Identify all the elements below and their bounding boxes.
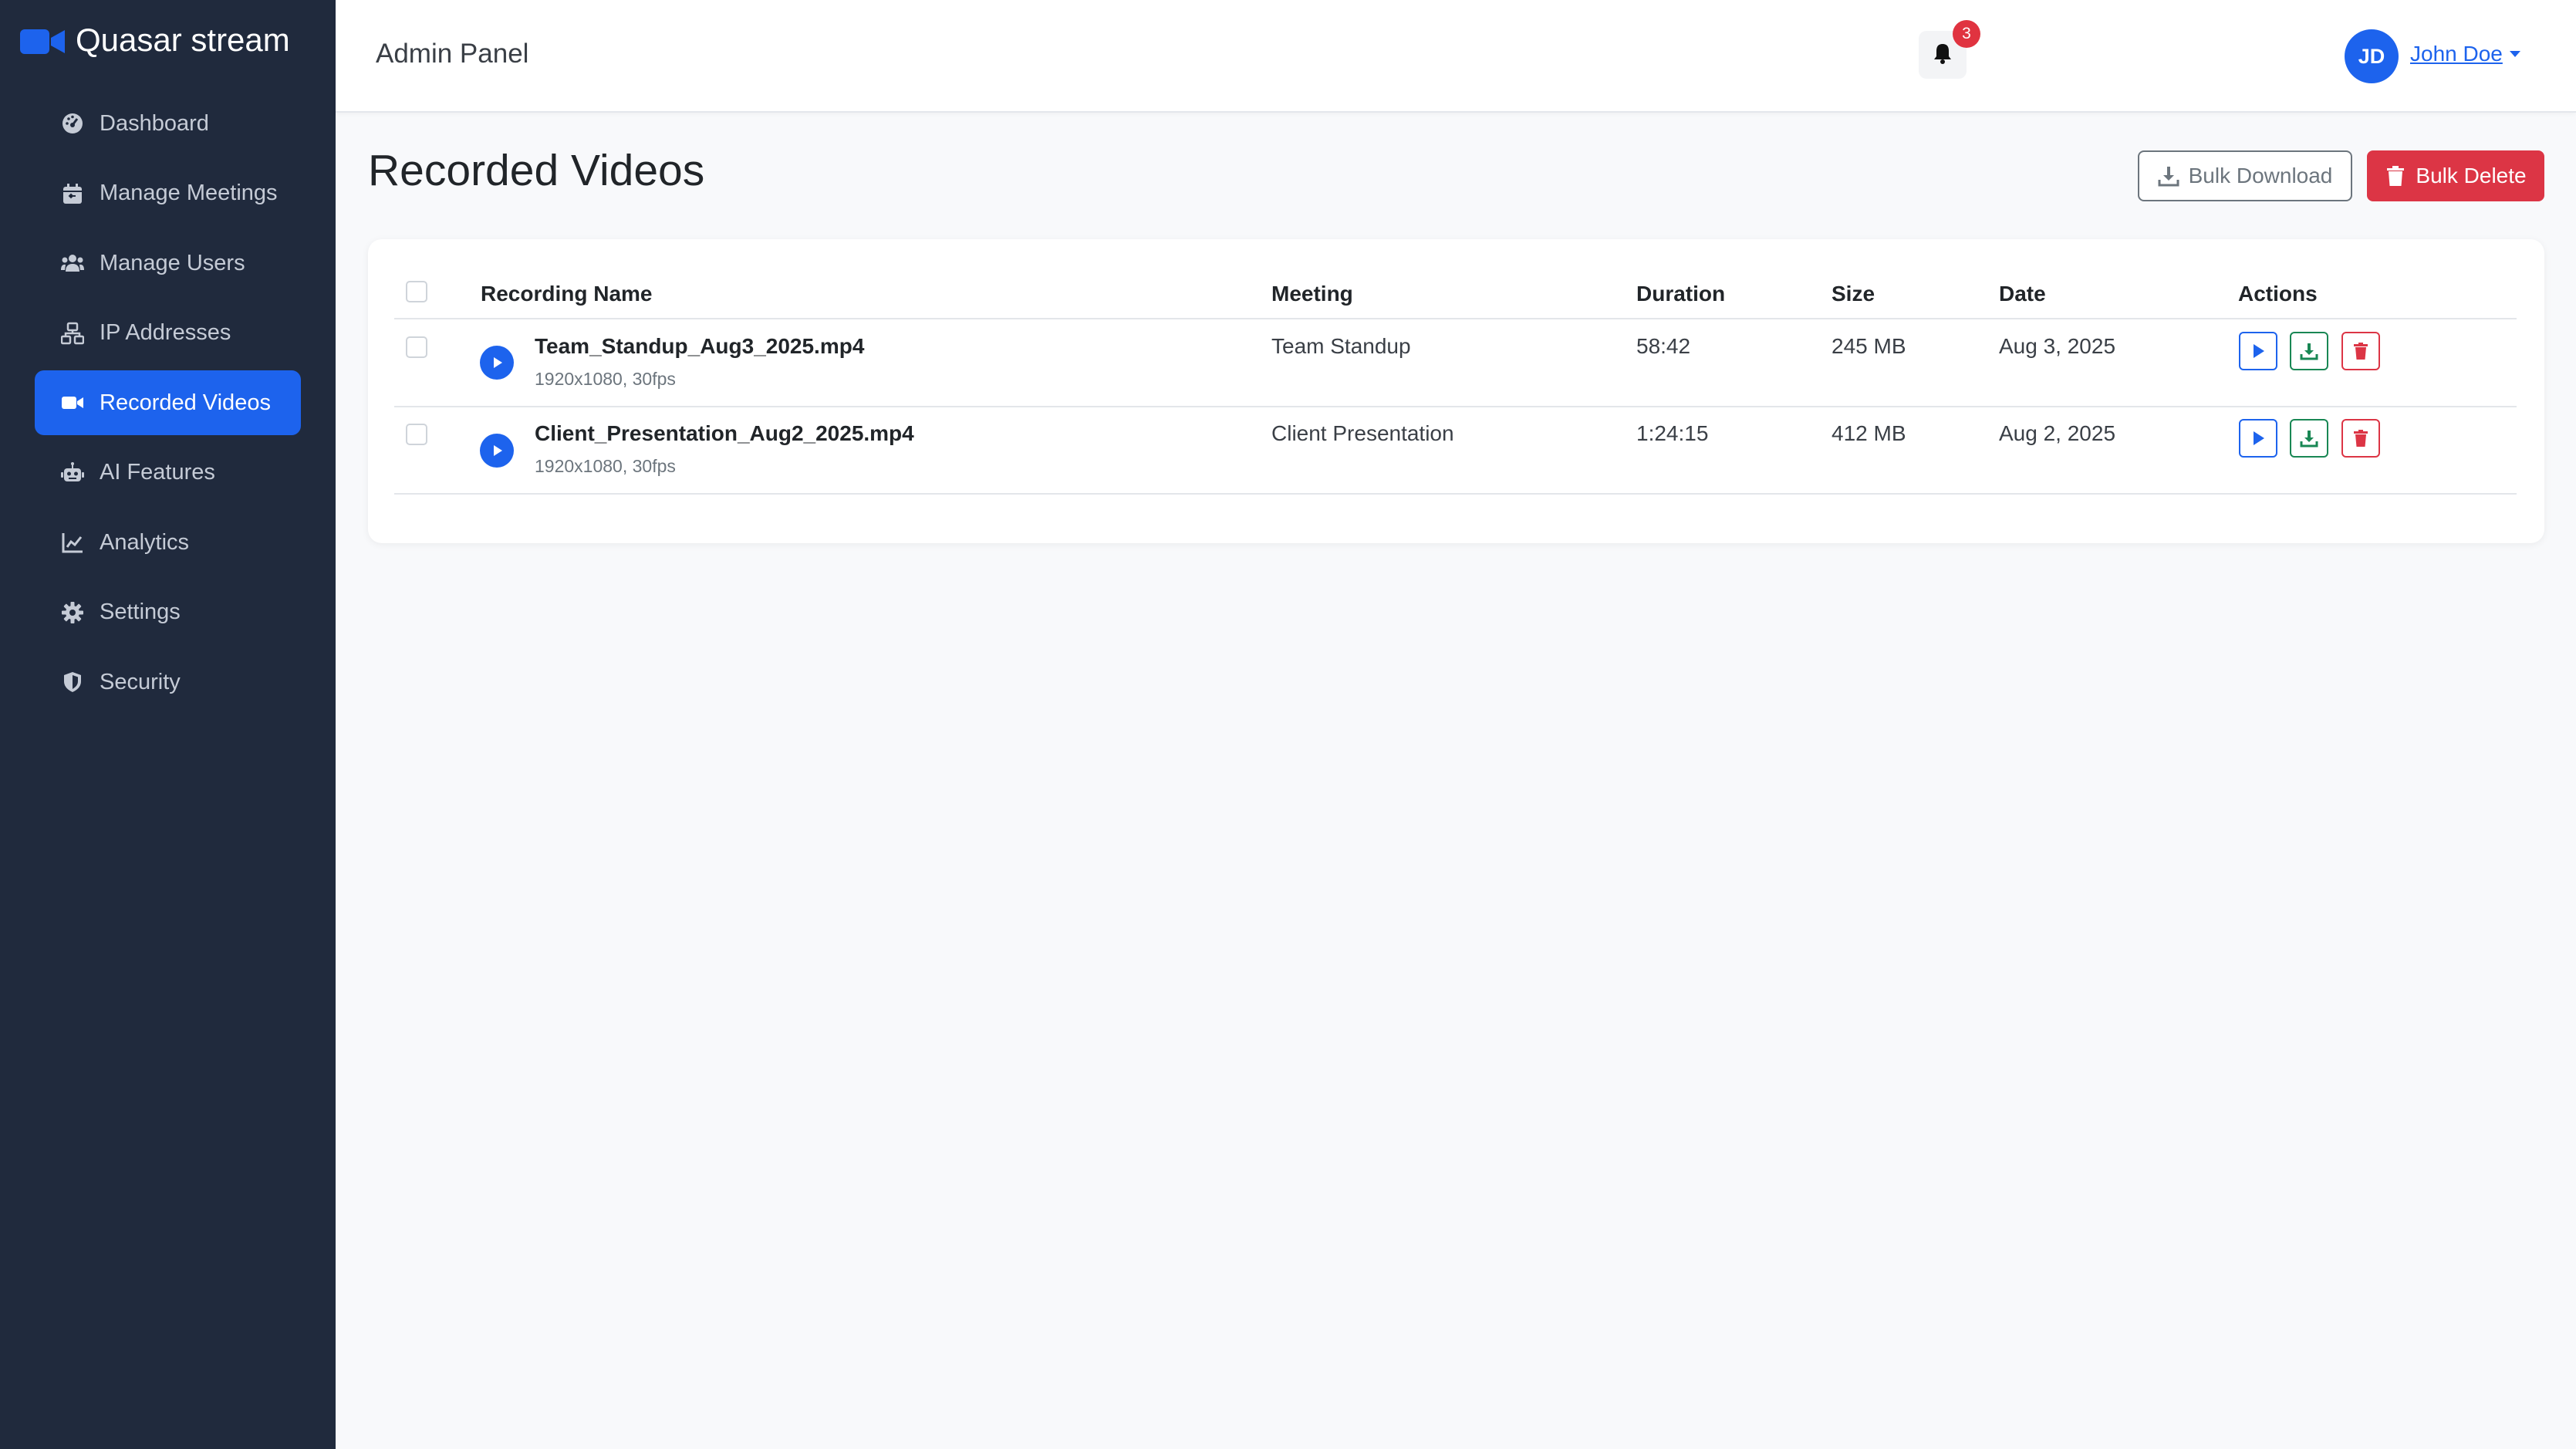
download-icon bbox=[2158, 167, 2179, 187]
sidebar-item-manage-meetings[interactable]: Manage Meetings bbox=[35, 161, 301, 226]
sidebar-item-label: IP Addresses bbox=[100, 320, 231, 345]
recording-size: 245 MB bbox=[1832, 334, 1906, 358]
trash-icon bbox=[2387, 166, 2405, 186]
video-camera-icon bbox=[20, 26, 65, 54]
sidebar-item-recorded-videos[interactable]: Recorded Videos bbox=[35, 370, 301, 435]
download-icon bbox=[2300, 343, 2318, 360]
table-row-divider bbox=[394, 493, 2517, 495]
bulk-delete-button[interactable]: Bulk Delete bbox=[2367, 150, 2544, 201]
notification-badge: 3 bbox=[1953, 20, 1980, 48]
play-button[interactable] bbox=[2239, 332, 2277, 370]
sidebar-item-ip-addresses[interactable]: IP Addresses bbox=[35, 301, 301, 366]
trash-icon bbox=[2354, 430, 2368, 447]
bell-icon bbox=[1931, 42, 1954, 69]
column-header-name[interactable]: Recording Name bbox=[481, 282, 653, 306]
sidebar-item-settings[interactable]: Settings bbox=[35, 580, 301, 645]
download-button[interactable] bbox=[2290, 419, 2328, 458]
sidebar-item-label: Analytics bbox=[100, 529, 190, 555]
column-header-duration[interactable]: Duration bbox=[1636, 282, 1725, 306]
recording-name[interactable]: Team_Standup_Aug3_2025.mp4 bbox=[535, 334, 864, 359]
column-header-meeting[interactable]: Meeting bbox=[1271, 282, 1353, 306]
play-icon bbox=[2254, 344, 2264, 358]
sidebar-item-ai-features[interactable]: AI Features bbox=[35, 441, 301, 505]
recording-meeting: Team Standup bbox=[1271, 334, 1411, 358]
row-play-button[interactable] bbox=[480, 346, 514, 380]
sidebar-item-label: Manage Users bbox=[100, 250, 245, 275]
column-header-size[interactable]: Size bbox=[1832, 282, 1875, 306]
sidebar: Quasar stream Dashboard Manage Meetings … bbox=[0, 0, 336, 1449]
recordings-card bbox=[368, 239, 2544, 543]
recording-duration: 1:24:15 bbox=[1636, 421, 1709, 445]
row-checkbox[interactable] bbox=[406, 336, 427, 358]
sidebar-item-analytics[interactable]: Analytics bbox=[35, 510, 301, 575]
calendar-icon bbox=[61, 182, 84, 205]
delete-button[interactable] bbox=[2341, 332, 2380, 370]
play-icon bbox=[494, 445, 502, 456]
robot-icon bbox=[61, 461, 84, 485]
sidebar-item-label: Dashboard bbox=[100, 110, 209, 136]
sidebar-item-label: Settings bbox=[100, 600, 181, 624]
gear-icon bbox=[61, 601, 84, 624]
bulk-delete-label: Bulk Delete bbox=[2416, 164, 2527, 187]
recording-duration: 58:42 bbox=[1636, 334, 1691, 358]
row-play-button[interactable] bbox=[480, 434, 514, 468]
users-icon bbox=[61, 252, 84, 275]
header-title: Admin Panel bbox=[376, 39, 529, 69]
chart-line-icon bbox=[61, 531, 84, 554]
sidebar-item-label: Manage Meetings bbox=[100, 181, 278, 205]
delete-button[interactable] bbox=[2341, 419, 2380, 458]
top-header: Admin Panel bbox=[336, 0, 2576, 113]
recording-meeting: Client Presentation bbox=[1271, 421, 1454, 445]
recording-date: Aug 2, 2025 bbox=[1999, 421, 2116, 445]
play-icon bbox=[494, 357, 502, 368]
sidebar-item-manage-users[interactable]: Manage Users bbox=[35, 231, 301, 296]
select-all-checkbox[interactable] bbox=[406, 281, 427, 302]
caret-down-icon bbox=[2509, 51, 2520, 57]
recording-size: 412 MB bbox=[1832, 421, 1906, 445]
recording-meta: 1920x1080, 30fps bbox=[535, 369, 676, 389]
user-menu-toggle[interactable]: John Doe bbox=[2410, 42, 2520, 66]
sidebar-item-label: Security bbox=[100, 669, 181, 694]
play-button[interactable] bbox=[2239, 419, 2277, 458]
trash-icon bbox=[2354, 343, 2368, 360]
brand[interactable]: Quasar stream bbox=[20, 19, 290, 62]
column-header-date[interactable]: Date bbox=[1999, 282, 2046, 306]
dashboard-gauge-icon bbox=[61, 112, 84, 135]
play-icon bbox=[2254, 431, 2264, 445]
brand-name: Quasar stream bbox=[76, 22, 290, 58]
row-checkbox[interactable] bbox=[406, 424, 427, 445]
download-icon bbox=[2300, 431, 2318, 448]
page-title: Recorded Videos bbox=[368, 146, 705, 195]
network-icon bbox=[61, 322, 84, 345]
sidebar-item-label: AI Features bbox=[100, 460, 215, 485]
table-row-divider bbox=[394, 406, 2517, 407]
shield-icon bbox=[61, 670, 84, 694]
recording-meta: 1920x1080, 30fps bbox=[535, 456, 676, 476]
sidebar-nav: Dashboard Manage Meetings Manage Users I… bbox=[35, 91, 301, 720]
sidebar-item-label: Recorded Videos bbox=[100, 390, 271, 415]
bulk-download-label: Bulk Download bbox=[2188, 164, 2333, 187]
download-button[interactable] bbox=[2290, 332, 2328, 370]
column-header-actions: Actions bbox=[2238, 282, 2318, 306]
bulk-download-button[interactable]: Bulk Download bbox=[2138, 150, 2352, 201]
recording-name[interactable]: Client_Presentation_Aug2_2025.mp4 bbox=[535, 421, 914, 446]
user-name: John Doe bbox=[2410, 42, 2503, 66]
recording-date: Aug 3, 2025 bbox=[1999, 334, 2116, 358]
sidebar-item-security[interactable]: Security bbox=[35, 650, 301, 714]
video-camera-icon bbox=[61, 391, 84, 414]
table-header-divider bbox=[394, 318, 2517, 319]
sidebar-item-dashboard[interactable]: Dashboard bbox=[35, 91, 301, 156]
avatar[interactable]: JD bbox=[2345, 29, 2399, 83]
